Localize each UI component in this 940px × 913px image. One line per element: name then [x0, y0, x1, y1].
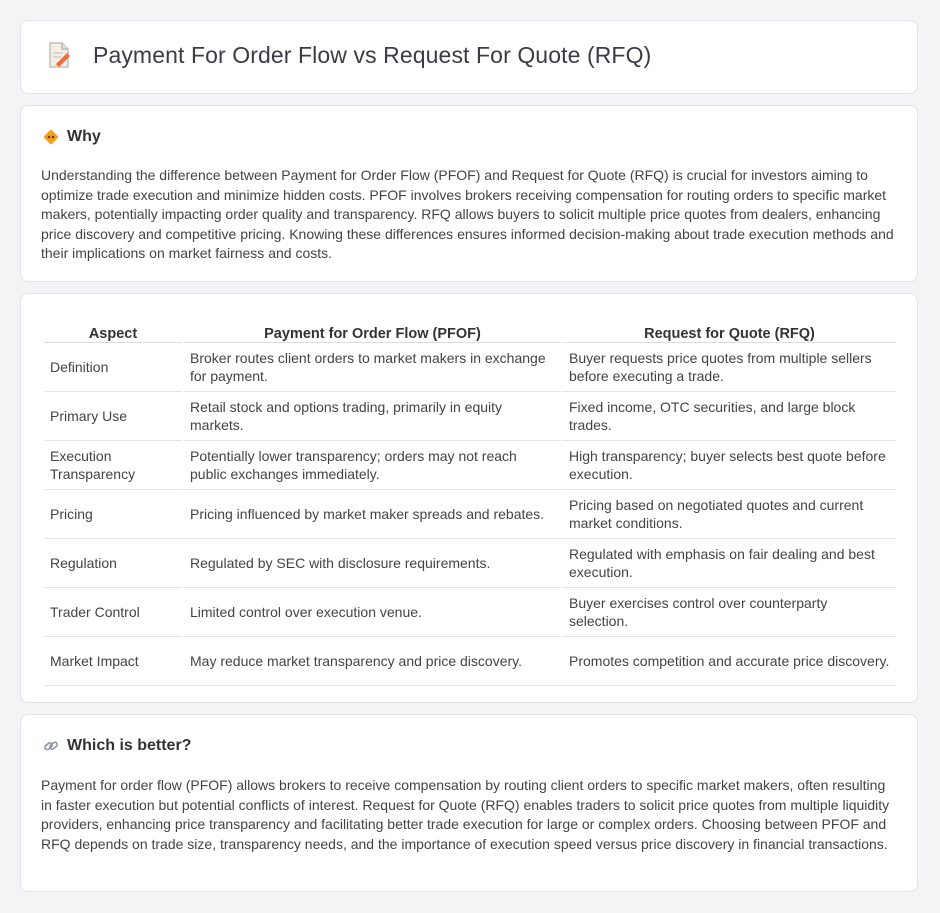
better-text: Payment for order flow (PFOF) allows bro…	[41, 777, 890, 852]
why-heading: Why	[67, 128, 101, 145]
cell-pfof: Retail stock and options trading, primar…	[184, 392, 561, 441]
cell-pfof: Pricing influenced by market maker sprea…	[184, 490, 561, 539]
cell-aspect: Market Impact	[44, 637, 182, 686]
table-row: Primary Use Retail stock and options tra…	[44, 392, 896, 441]
better-heading: Which is better?	[67, 737, 192, 754]
comparison-card: Aspect Payment for Order Flow (PFOF) Req…	[20, 293, 918, 703]
table-header-row: Aspect Payment for Order Flow (PFOF) Req…	[44, 315, 896, 343]
cell-pfof: Limited control over execution venue.	[184, 588, 561, 637]
title-row: Payment For Order Flow vs Request For Qu…	[47, 41, 651, 69]
table-row: Execution Transparency Potentially lower…	[44, 441, 896, 490]
header-rfq: Request for Quote (RFQ)	[563, 315, 896, 343]
cell-rfq: Pricing based on negotiated quotes and c…	[563, 490, 896, 539]
cell-rfq: Fixed income, OTC securities, and large …	[563, 392, 896, 441]
better-heading-row: Which is better?	[43, 737, 191, 755]
which-is-better-card: Which is better? Payment for order flow …	[20, 714, 918, 892]
page-title: Payment For Order Flow vs Request For Qu…	[93, 41, 652, 68]
cell-pfof: Regulated by SEC with disclosure require…	[184, 539, 561, 588]
cell-aspect: Trader Control	[44, 588, 182, 637]
cell-aspect: Primary Use	[44, 392, 182, 441]
cell-rfq: Buyer requests price quotes from multipl…	[563, 343, 896, 392]
link-icon	[44, 741, 58, 751]
table-row: Market Impact May reduce market transpar…	[44, 637, 896, 686]
table-row: Pricing Pricing influenced by market mak…	[44, 490, 896, 539]
comparison-table: Aspect Payment for Order Flow (PFOF) Req…	[42, 315, 898, 686]
cell-rfq: Regulated with emphasis on fair dealing …	[563, 539, 896, 588]
why-heading-row: Why	[43, 128, 101, 146]
cell-aspect: Pricing	[44, 490, 182, 539]
cell-rfq: High transparency; buyer selects best qu…	[563, 441, 896, 490]
cell-pfof: May reduce market transparency and price…	[184, 637, 561, 686]
table-row: Trader Control Limited control over exec…	[44, 588, 896, 637]
cell-pfof: Potentially lower transparency; orders m…	[184, 441, 561, 490]
cell-aspect: Regulation	[44, 539, 182, 588]
document-pencil-icon	[49, 42, 70, 68]
cell-rfq: Promotes competition and accurate price …	[563, 637, 896, 686]
cell-pfof: Broker routes client orders to market ma…	[184, 343, 561, 392]
header-aspect: Aspect	[44, 315, 182, 343]
table-row: Regulation Regulated by SEC with disclos…	[44, 539, 896, 588]
cell-aspect: Definition	[44, 343, 182, 392]
title-card: Payment For Order Flow vs Request For Qu…	[20, 20, 918, 94]
why-card: Why Understanding the difference between…	[20, 105, 918, 282]
header-pfof: Payment for Order Flow (PFOF)	[184, 315, 561, 343]
cell-aspect: Execution Transparency	[44, 441, 182, 490]
cell-rfq: Buyer exercises control over counterpart…	[563, 588, 896, 637]
table-row: Definition Broker routes client orders t…	[44, 343, 896, 392]
why-text: Understanding the difference between Pay…	[41, 167, 894, 262]
diamond-sign-icon	[43, 129, 59, 145]
